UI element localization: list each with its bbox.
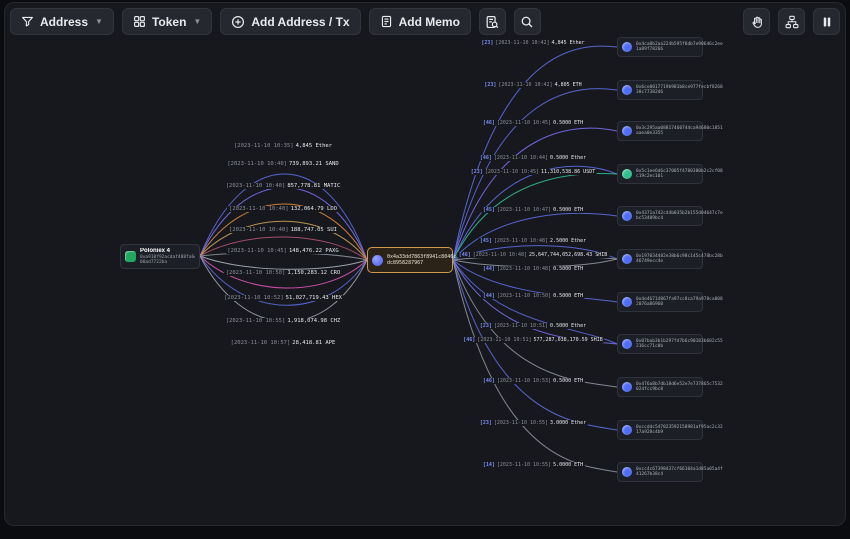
destination-address: 0xccddc547023592158981af95ac2c3217a928c4…	[636, 425, 723, 436]
columns-icon	[820, 15, 834, 29]
transfer-edge-label[interactable]: [23][2023-11-10 10:51]0.5000 Ether	[478, 323, 588, 329]
add-memo-label: Add Memo	[399, 15, 460, 29]
destination-address-node[interactable]: 0x4ca8b2aa224b595f8db7e90646c2ee1a89f782…	[617, 37, 703, 57]
transfer-edge-label[interactable]: [2023-11-10 10:45]148,476.22 PAXG	[225, 248, 340, 254]
destination-address: 0x3c295aa08817460744ca94680c1851aaea0e33…	[636, 126, 723, 137]
destination-address: 0xcc4c67398437cf66104a1d85a05a4f41267b38…	[636, 467, 723, 478]
filter-address-button[interactable]: Address ▼	[10, 8, 114, 35]
address-avatar-icon	[622, 254, 632, 264]
transfer-edge-label[interactable]: [44][2023-11-10 10:48]0.5000 ETH	[481, 266, 585, 272]
batch-search-button[interactable]	[479, 8, 506, 35]
transfer-edge-label[interactable]: [2023-11-10 10:40]188,747.05 SUI	[227, 227, 339, 233]
transfer-edge-label[interactable]: [2023-11-10 10:40]739,893.21 SAND	[225, 161, 340, 167]
add-memo-button[interactable]: Add Memo	[369, 8, 471, 35]
transfer-edge-label[interactable]: [44][2023-11-10 10:50]0.5000 ETH	[481, 293, 585, 299]
address-avatar-icon	[622, 126, 632, 136]
destination-address: 0x476a8b7db18d6e52e7e737865c7532024fcc9b…	[636, 382, 723, 393]
memo-icon	[380, 15, 393, 28]
transfer-edge-label[interactable]: [2023-11-10 10:40]857,778.81 MATIC	[224, 183, 343, 189]
destination-address-node[interactable]: 0x476a8b7db18d6e52e7e737865c7532024fcc9b…	[617, 377, 703, 397]
plus-circle-icon	[231, 15, 245, 29]
address-avatar-icon	[622, 169, 632, 179]
source-name: Poloniex 4	[140, 248, 195, 255]
transfer-edge-label[interactable]: [14][2023-11-10 10:55]5.0000 ETH	[481, 462, 585, 468]
add-address-tx-label: Add Address / Tx	[251, 15, 349, 29]
hand-icon	[750, 15, 764, 29]
transfer-edge-label[interactable]: [46][2023-11-10 10:44]0.5000 Ether	[478, 155, 588, 161]
search-icon	[520, 15, 534, 29]
panel-toggle-button[interactable]	[813, 8, 840, 35]
transfer-edge[interactable]	[200, 256, 367, 269]
address-avatar-icon	[372, 255, 383, 266]
destination-address: 0x6ce8017719b981b8ce977fecbf826838c77382…	[636, 85, 723, 96]
transfer-edge-label[interactable]: [23][2023-11-10 10:55]3.0000 Ether	[478, 420, 588, 426]
destination-address-node[interactable]: 0x5c1ee6d6c37005f4780380b2c2cf08c19c2ec1…	[617, 164, 703, 184]
graph-canvas[interactable]: [2023-11-10 10:35]4,845 Ether [2023-11-10…	[4, 2, 846, 526]
destination-address-node[interactable]: 0x07bab3b1b297fd7b6c90183b682c55216cc71c…	[617, 334, 703, 354]
address-avatar-icon	[622, 42, 632, 52]
transfer-edge-label[interactable]: [46][2023-11-10 10:48]25,647,744,052,698…	[457, 252, 610, 258]
address-avatar-icon	[622, 297, 632, 307]
center-address-node[interactable]: 0x4a33dd7863f8941c8046c3b7e2c1c1 dc89582…	[367, 247, 453, 273]
destination-address-node[interactable]: 0xcc4c67398437cf66104a1d85a05a4f41267b38…	[617, 462, 703, 482]
destination-address-node[interactable]: 0x4e46714867fa97cc8ca79a978ca8082076a869…	[617, 292, 703, 312]
destination-address: 0x4ca8b2aa224b595f8db7e90646c2ee1a89f782…	[636, 42, 723, 53]
transfer-edge-label[interactable]: [46][2023-11-10 10:51]577,287,038,170.59…	[461, 337, 604, 343]
filter-token-button[interactable]: Token ▼	[122, 8, 212, 35]
destination-address: 0x4e46714867fa97cc8ca79a978ca8082076a869…	[636, 297, 723, 308]
transfer-edge-label[interactable]: [2023-11-10 10:50]1,150,283.12 CRO	[224, 270, 343, 276]
filter-token-label: Token	[152, 15, 186, 29]
transfer-edge-label[interactable]: [45][2023-11-10 10:47]0.5000 ETH	[481, 207, 585, 213]
filter-address-label: Address	[40, 15, 88, 29]
transfer-edge[interactable]	[453, 46, 617, 260]
destination-address-node[interactable]: 0x6ce8017719b981b8ce977fecbf826838c77382…	[617, 80, 703, 100]
transfer-edge-label[interactable]: [23][2023-11-10 10:45]11,310,538.86 USDT	[469, 169, 597, 175]
exchange-icon	[125, 251, 136, 262]
layout-flow-button[interactable]	[778, 8, 805, 35]
transfer-edge-label[interactable]: [2023-11-10 10:35]4,845 Ether	[232, 143, 334, 149]
transfer-edge[interactable]	[453, 260, 617, 344]
destination-address-node[interactable]: 0x4371a742c44b035b2b155d04647c7ebc53409b…	[617, 206, 703, 226]
destination-address: 0x4371a742c44b035b2b155d04647c7ebc53409b…	[636, 211, 723, 222]
destination-address-node[interactable]: 0x197034482e38b6c98c145c478bc28b46749ecc…	[617, 249, 703, 269]
transfer-edge-label[interactable]: [45][2023-11-10 10:48]2.5000 Ether	[478, 238, 588, 244]
toolbar-right	[743, 8, 840, 35]
funnel-icon	[21, 15, 34, 28]
source-address: 0xa910f92acdaf488fa6ef02174fb862 08ad772…	[140, 255, 195, 265]
transfer-edge-label[interactable]: [46][2023-11-10 10:53]0.5000 ETH	[481, 378, 585, 384]
transfer-edge-label[interactable]: [2023-11-10 10:55]1,918,074.98 CHZ	[224, 318, 343, 324]
address-avatar-icon	[622, 339, 632, 349]
transfer-edge-label[interactable]: [2023-11-10 10:52]51,027,719.43 HEX	[222, 295, 344, 301]
sitemap-icon	[785, 15, 799, 29]
transfer-edge-label[interactable]: [2023-11-10 10:40]132,064.79 LDO	[227, 206, 339, 212]
address-avatar-icon	[622, 467, 632, 477]
destination-address: 0x197034482e38b6c98c145c478bc28b46749ecc…	[636, 254, 723, 265]
transfer-edge-label[interactable]: [23][2023-11-10 10:42]4,805 ETH	[482, 82, 583, 88]
destination-address-node[interactable]: 0x3c295aa08817460744ca94680c1851aaea0e33…	[617, 121, 703, 141]
chevron-down-icon: ▼	[193, 17, 201, 26]
transfer-edge-label[interactable]: [46][2023-11-10 10:45]0.5000 ETH	[481, 120, 585, 126]
transfer-edge-label[interactable]: [23][2023-11-10 10:42]4,845 Ether	[479, 40, 586, 46]
destination-address: 0x5c1ee6d6c37005f4780380b2c2cf08c19c2ec1…	[636, 169, 723, 180]
search-button[interactable]	[514, 8, 541, 35]
transfer-edge[interactable]	[453, 260, 617, 344]
doc-search-icon	[485, 15, 499, 29]
destination-address-node[interactable]: 0xccddc547023592158981af95ac2c3217a928c4…	[617, 420, 703, 440]
pan-tool-button[interactable]	[743, 8, 770, 35]
address-avatar-icon	[622, 85, 632, 95]
toolbar-left: Address ▼ Token ▼ Add Address / Tx Add M…	[10, 8, 541, 35]
transfer-edge-label[interactable]: [2023-11-10 10:57]28,418.81 APE	[229, 340, 338, 346]
source-address-node[interactable]: Poloniex 4 0xa910f92acdaf488fa6ef02174fb…	[120, 244, 200, 269]
add-address-tx-button[interactable]: Add Address / Tx	[220, 8, 360, 35]
address-avatar-icon	[622, 211, 632, 221]
chevron-down-icon: ▼	[95, 17, 103, 26]
grid-icon	[133, 15, 146, 28]
destination-address: 0x07bab3b1b297fd7b6c90183b682c55216cc71c…	[636, 339, 723, 350]
address-avatar-icon	[622, 382, 632, 392]
address-avatar-icon	[622, 425, 632, 435]
